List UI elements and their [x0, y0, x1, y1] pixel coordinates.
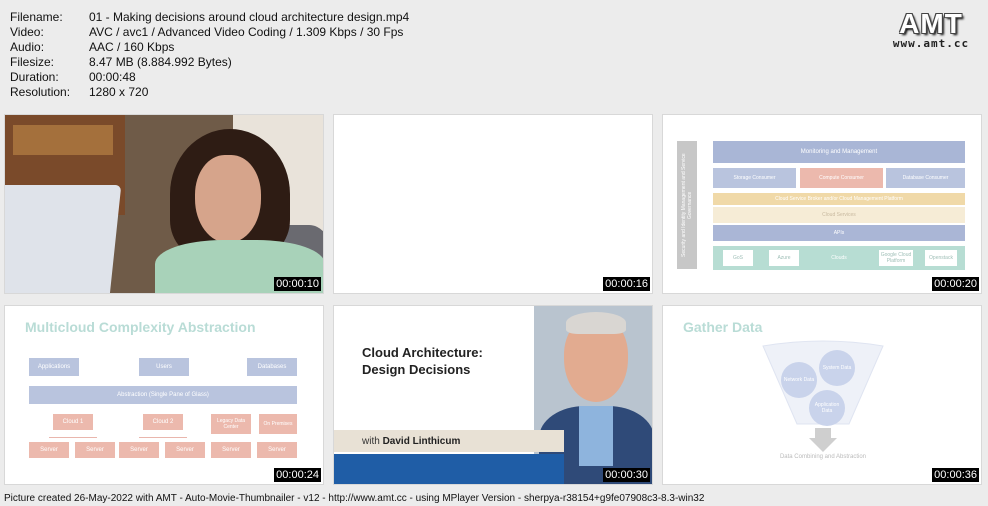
security-sidebar: Security and Identity Management and Ser…: [677, 141, 697, 269]
timestamp: 00:00:30: [603, 468, 650, 482]
meta-value: 01 - Making decisions around cloud archi…: [89, 10, 410, 24]
meta-row-filename: Filename: 01 - Making decisions around cl…: [10, 10, 409, 25]
cloud1-box: Cloud 1: [53, 414, 93, 430]
thumbnail-5[interactable]: Cloud Architecture: Design Decisions wit…: [333, 305, 653, 485]
server-box: Server: [119, 442, 159, 458]
course-title-line1: Cloud Architecture:: [362, 345, 483, 360]
timestamp: 00:00:36: [932, 468, 979, 482]
cloud-gcp: Google Cloud Platform: [879, 250, 913, 266]
meta-value: 8.47 MB (8.884.992 Bytes): [89, 55, 232, 69]
server-box: Server: [211, 442, 251, 458]
thumbnail-3[interactable]: Security and Identity Management and Ser…: [662, 114, 982, 294]
database-block: Database Consumer: [886, 168, 965, 188]
photo-books: [13, 125, 113, 155]
presenter-hair: [566, 312, 626, 334]
meta-key: Filename:: [10, 10, 63, 24]
funnel-arrow: [809, 438, 837, 452]
legacy-box: Legacy Data Center: [211, 414, 251, 434]
meta-row-filesize: Filesize: 8.47 MB (8.884.992 Bytes): [10, 55, 409, 70]
logo-text: AMT: [899, 8, 963, 39]
applications-box: Applications: [29, 358, 79, 376]
thumbnail-2[interactable]: 00:00:16: [333, 114, 653, 294]
meta-key: Video:: [10, 25, 44, 39]
meta-row-resolution: Resolution: 1280 x 720: [10, 85, 409, 100]
meta-key: Resolution:: [10, 85, 71, 99]
footer-credits: Picture created 26-May-2022 with AMT - A…: [4, 493, 705, 504]
server-box: Server: [75, 442, 115, 458]
connector-line: [139, 437, 187, 438]
photo-laptop: [5, 185, 122, 293]
abstraction-box: Abstraction (Single Pane of Glass): [29, 386, 297, 404]
onprem-box: On Premises: [259, 414, 297, 434]
server-box: Server: [257, 442, 297, 458]
network-data-circle: Network Data: [781, 362, 817, 398]
thumbnail-1[interactable]: 00:00:10: [4, 114, 324, 294]
meta-value: AVC / avc1 / Advanced Video Coding / 1.3…: [89, 25, 404, 39]
apis-block: APIs: [713, 225, 965, 241]
timestamp: 00:00:24: [274, 468, 321, 482]
broker-block: Cloud Service Broker and/or Cloud Manage…: [713, 193, 965, 205]
cloud-gos: GoS: [723, 250, 753, 266]
system-data-circle: System Data: [819, 350, 855, 386]
photo-face: [195, 155, 261, 243]
author-line: with David Linthicum: [362, 436, 460, 447]
meta-value: AAC / 160 Kbps: [89, 40, 175, 54]
meta-value: 00:00:48: [89, 70, 136, 84]
timestamp: 00:00:10: [274, 277, 321, 291]
amt-logo: AMT www.amt.cc: [886, 8, 976, 50]
meta-key: Filesize:: [10, 55, 55, 69]
users-box: Users: [139, 358, 189, 376]
author-with: with: [362, 436, 380, 447]
connector-line: [49, 437, 97, 438]
presenter-shirt: [579, 406, 613, 466]
thumbnail-4[interactable]: Multicloud Complexity Abstraction Applic…: [4, 305, 324, 485]
logo-url: www.amt.cc: [892, 37, 970, 50]
cloud2-box: Cloud 2: [143, 414, 183, 430]
author-name: David Linthicum: [382, 436, 461, 447]
storage-block: Storage Consumer: [713, 168, 796, 188]
meta-row-duration: Duration: 00:00:48: [10, 70, 409, 85]
monitoring-block: Monitoring and Management: [713, 141, 965, 163]
slide-title: Multicloud Complexity Abstraction: [25, 319, 256, 335]
application-data-circle: Application Data: [809, 390, 845, 426]
meta-row-video: Video: AVC / avc1 / Advanced Video Coding…: [10, 25, 409, 40]
cloud-openstack: Openstack: [925, 250, 957, 266]
funnel-stem: [815, 428, 831, 438]
services-block: Cloud Services: [713, 207, 965, 223]
meta-row-audio: Audio: AAC / 160 Kbps: [10, 40, 409, 55]
blue-bar: [334, 454, 564, 484]
video-metadata: Filename: 01 - Making decisions around cl…: [10, 10, 409, 100]
cloud-azure: Azure: [769, 250, 799, 266]
databases-box: Databases: [247, 358, 297, 376]
server-box: Server: [165, 442, 205, 458]
course-title-line2: Design Decisions: [362, 362, 471, 377]
meta-value: 1280 x 720: [89, 85, 149, 99]
timestamp: 00:00:20: [932, 277, 979, 291]
meta-key: Audio:: [10, 40, 45, 54]
timestamp: 00:00:16: [603, 277, 650, 291]
meta-key: Duration:: [10, 70, 59, 84]
compute-block: Compute Consumer: [800, 168, 883, 188]
thumbnail-6[interactable]: Gather Data Network Data System Data App…: [662, 305, 982, 485]
funnel-caption: Data Combining and Abstraction: [779, 454, 867, 460]
server-box: Server: [29, 442, 69, 458]
course-title: Cloud Architecture: Design Decisions: [362, 344, 483, 378]
